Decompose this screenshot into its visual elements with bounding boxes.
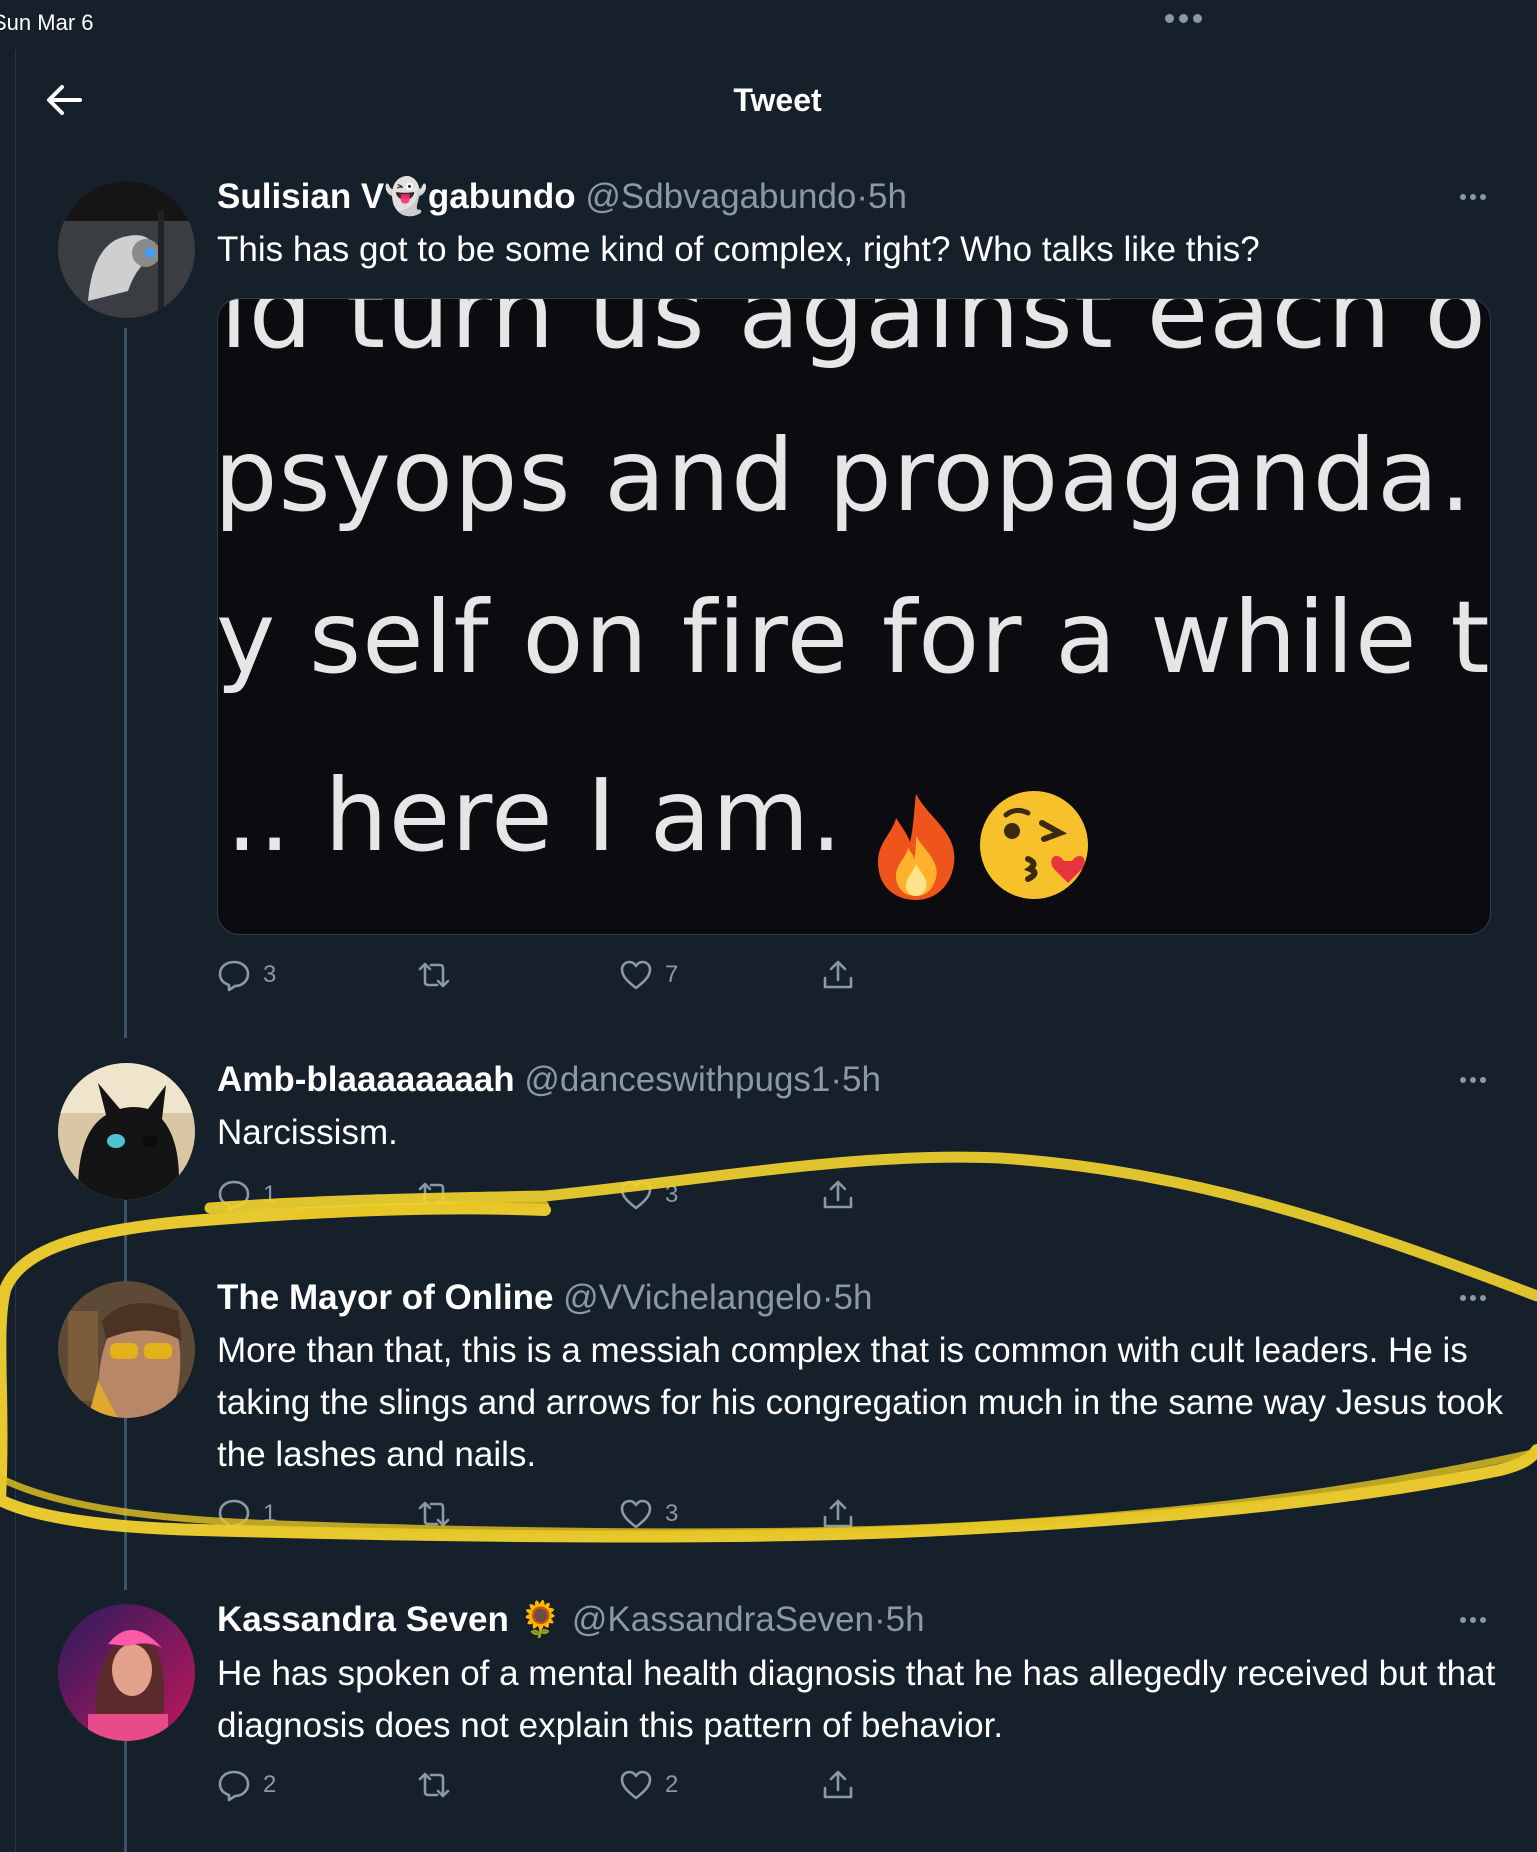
like-button[interactable]: 3 bbox=[619, 1497, 678, 1531]
retweet-icon bbox=[418, 1182, 450, 1208]
tweet-actions: 3 7 bbox=[217, 958, 1117, 998]
display-name[interactable]: Sulisian V👻gabundo bbox=[217, 177, 576, 216]
reply-icon bbox=[218, 1180, 250, 1212]
reply-button[interactable]: 2 bbox=[217, 1768, 276, 1802]
header: Tweet bbox=[0, 60, 1537, 140]
thread-line bbox=[124, 1741, 127, 1852]
display-name[interactable]: Kassandra Seven 🌻 bbox=[217, 1600, 562, 1639]
tweet-text: This has got to be some kind of complex,… bbox=[217, 230, 1260, 269]
tweet-text: Narcissism. bbox=[217, 1113, 398, 1152]
avatar[interactable] bbox=[58, 181, 195, 318]
tweet-text: He has spoken of a mental health diagnos… bbox=[217, 1654, 1496, 1745]
tweet-actions: 1 3 bbox=[217, 1178, 1117, 1218]
thread-line bbox=[124, 328, 127, 1038]
reply-button[interactable]: 3 bbox=[217, 958, 276, 992]
share-icon bbox=[823, 960, 853, 989]
reply-icon bbox=[218, 960, 250, 992]
kissing-face-emoji-icon bbox=[980, 790, 1089, 899]
share-button[interactable] bbox=[821, 1178, 855, 1212]
timestamp[interactable]: 5h bbox=[886, 1600, 925, 1639]
status-time: Sun Mar 6 bbox=[0, 10, 94, 35]
more-options-icon[interactable] bbox=[1460, 1617, 1496, 1631]
user-handle[interactable]: @danceswithpugs1 bbox=[524, 1060, 830, 1099]
user-handle[interactable]: @KassandraSeven bbox=[572, 1600, 874, 1639]
retweet-button[interactable] bbox=[417, 1768, 463, 1802]
like-count: 3 bbox=[665, 1181, 679, 1208]
image-last-line: .. here I am. bbox=[226, 757, 1096, 905]
like-count: 3 bbox=[665, 1500, 679, 1527]
avatar[interactable] bbox=[58, 1604, 195, 1741]
display-name[interactable]: Amb-blaaaaaaaah bbox=[217, 1060, 515, 1099]
user-handle[interactable]: @VVichelangelo bbox=[563, 1278, 822, 1317]
timestamp[interactable]: 5h bbox=[842, 1060, 881, 1099]
retweet-icon bbox=[418, 1772, 450, 1798]
image-text-line: psyops and propaganda. If bbox=[217, 417, 1491, 534]
heart-icon bbox=[620, 1180, 652, 1210]
heart-icon bbox=[620, 1499, 652, 1529]
heart-icon bbox=[620, 1770, 652, 1800]
tweet-header: The Mayor of Online @VVichelangelo·5h bbox=[217, 1276, 872, 1320]
tweet-header: Kassandra Seven 🌻 @KassandraSeven·5h bbox=[217, 1598, 925, 1642]
reply-icon bbox=[218, 1499, 250, 1531]
reply-count: 3 bbox=[263, 961, 277, 988]
tweet-image[interactable]: ld turn us against each oth psyops and p… bbox=[217, 298, 1491, 935]
timestamp[interactable]: 5h bbox=[868, 177, 907, 216]
image-text-line: ld turn us against each oth bbox=[220, 298, 1491, 371]
thread-line bbox=[124, 1200, 127, 1288]
fire-emoji-icon bbox=[877, 793, 955, 900]
retweet-button[interactable] bbox=[417, 1497, 463, 1531]
separator: · bbox=[856, 177, 869, 216]
more-options-icon[interactable] bbox=[1460, 194, 1496, 208]
avatar[interactable] bbox=[58, 1281, 195, 1418]
image-text-line: .. here I am. bbox=[226, 757, 844, 874]
share-icon bbox=[823, 1770, 853, 1799]
share-button[interactable] bbox=[821, 958, 855, 992]
more-options-icon[interactable] bbox=[1460, 1077, 1496, 1091]
separator: · bbox=[830, 1060, 843, 1099]
like-button[interactable]: 2 bbox=[619, 1768, 678, 1802]
display-name[interactable]: The Mayor of Online bbox=[217, 1278, 553, 1317]
retweet-button[interactable] bbox=[417, 958, 463, 992]
timestamp[interactable]: 5h bbox=[833, 1278, 872, 1317]
share-icon bbox=[823, 1180, 853, 1209]
share-button[interactable] bbox=[821, 1497, 855, 1531]
like-button[interactable]: 7 bbox=[619, 958, 678, 992]
user-handle[interactable]: @Sdbvagabundo bbox=[585, 177, 856, 216]
thread-line bbox=[124, 1418, 127, 1590]
reply-icon bbox=[218, 1770, 250, 1802]
like-count: 7 bbox=[665, 961, 679, 988]
split-view-divider bbox=[15, 50, 16, 1852]
tweet-text: More than that, this is a messiah comple… bbox=[217, 1331, 1503, 1474]
image-text-line: y self on fire for a while to g bbox=[217, 579, 1491, 696]
reply-button[interactable]: 1 bbox=[217, 1497, 276, 1531]
separator: · bbox=[821, 1278, 834, 1317]
like-button[interactable]: 3 bbox=[619, 1178, 678, 1212]
retweet-icon bbox=[418, 962, 450, 988]
more-options-icon[interactable] bbox=[1460, 1295, 1496, 1309]
tweet-actions: 1 3 bbox=[217, 1497, 1117, 1537]
status-bar: Sun Mar 6 bbox=[0, 0, 1537, 50]
reply-button[interactable]: 1 bbox=[217, 1178, 276, 1212]
separator: · bbox=[873, 1600, 886, 1639]
retweet-icon bbox=[418, 1501, 450, 1527]
share-icon bbox=[823, 1499, 853, 1528]
reply-count: 1 bbox=[263, 1500, 277, 1527]
retweet-button[interactable] bbox=[417, 1178, 463, 1212]
avatar[interactable] bbox=[58, 1063, 195, 1200]
multitasking-dots-icon[interactable] bbox=[1165, 14, 1202, 23]
tweet-header: Amb-blaaaaaaaah @danceswithpugs1·5h bbox=[217, 1058, 881, 1102]
reply-count: 2 bbox=[263, 1771, 277, 1798]
tweet-header: Sulisian V👻gabundo @Sdbvagabundo·5h bbox=[217, 175, 907, 219]
share-button[interactable] bbox=[821, 1768, 855, 1802]
tweet-actions: 2 2 bbox=[217, 1768, 1117, 1808]
like-count: 2 bbox=[665, 1771, 679, 1798]
page-title: Tweet bbox=[733, 82, 822, 118]
heart-icon bbox=[620, 960, 652, 990]
reply-count: 1 bbox=[263, 1181, 277, 1208]
